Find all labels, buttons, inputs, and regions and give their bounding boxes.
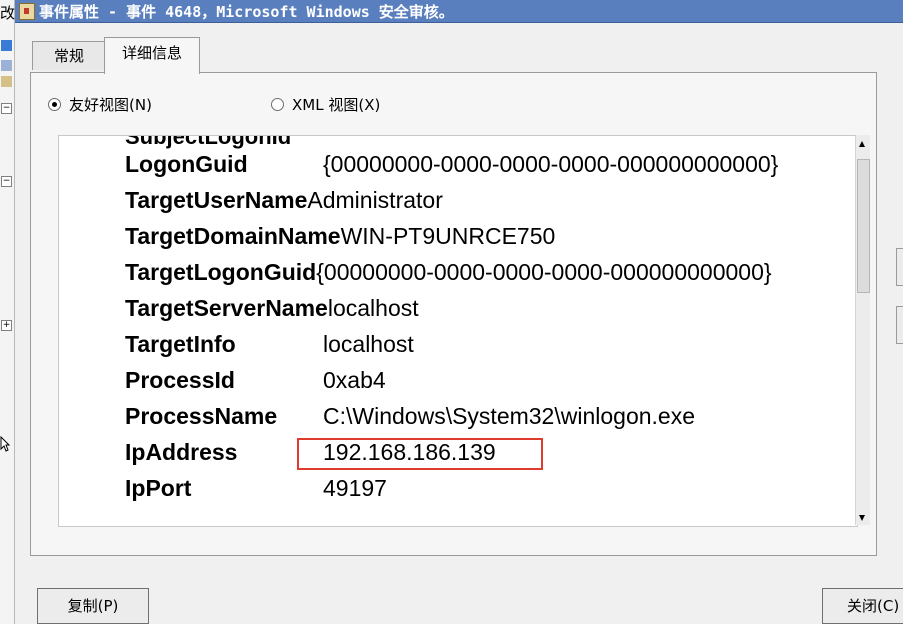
detail-key: IpPort — [125, 475, 192, 501]
radio-unchecked-icon — [271, 98, 284, 111]
friendly-view-label: 友好视图(N) — [69, 96, 152, 114]
tab-general[interactable]: 常规 — [32, 41, 106, 70]
toolbar-icon[interactable] — [1, 60, 12, 71]
detail-value: {00000000-0000-0000-0000-000000000000} — [323, 151, 779, 177]
detail-key: LogonGuid — [125, 151, 248, 177]
detail-value: C:\Windows\System32\winlogon.exe — [323, 403, 695, 429]
detail-value: Administrator — [307, 187, 443, 213]
log-icon[interactable] — [1, 76, 12, 87]
radio-checked-icon — [48, 98, 61, 111]
detail-key: ProcessId — [125, 367, 235, 393]
detail-row-ipport: IpPort 49197 — [125, 470, 387, 506]
close-button[interactable]: 关闭(C) — [822, 588, 903, 624]
event-properties-icon — [19, 3, 35, 20]
details-scrollbar[interactable] — [855, 135, 870, 525]
detail-value: localhost — [323, 331, 414, 357]
detail-row-targetinfo: TargetInfo localhost — [125, 326, 414, 362]
nav-arrow-icon[interactable] — [1, 40, 12, 51]
detail-row-processid: ProcessId 0xab4 — [125, 362, 386, 398]
tree-expander-1[interactable]: − — [1, 103, 12, 114]
detail-row-targetdomainname: TargetDomainNameWIN-PT9UNRCE750 — [125, 218, 555, 254]
parent-window-char: 改 — [0, 4, 16, 22]
xml-view-radio[interactable]: XML 视图(X) — [271, 94, 380, 114]
detail-row-logonguid: LogonGuid {00000000-0000-0000-0000-000000… — [125, 146, 778, 182]
tree-expander-2[interactable]: − — [1, 176, 12, 187]
detail-key: TargetInfo — [125, 331, 236, 357]
detail-row-targetlogonguid: TargetLogonGuid{00000000-0000-0000-0000-… — [125, 254, 772, 290]
scroll-up-icon[interactable] — [859, 141, 865, 147]
mouse-cursor-icon — [0, 436, 10, 452]
scroll-down-icon[interactable] — [859, 515, 865, 521]
dialog-title: 事件属性 - 事件 4648，Microsoft Windows 安全审核。 — [39, 3, 454, 21]
detail-row-processname: ProcessName C:\Windows\System32\winlogon.… — [125, 398, 695, 434]
friendly-view-radio[interactable]: 友好视图(N) — [48, 94, 152, 114]
detail-row-targetservername: TargetServerNamelocalhost — [125, 290, 419, 326]
xml-view-label: XML 视图(X) — [292, 96, 381, 114]
detail-value: localhost — [327, 295, 419, 321]
dialog-title-bar[interactable]: 事件属性 - 事件 4648，Microsoft Windows 安全审核。 — [15, 0, 903, 23]
detail-key: TargetUserName — [125, 187, 308, 213]
side-down-button[interactable] — [896, 306, 903, 344]
scroll-thumb[interactable] — [857, 159, 870, 293]
tab-details[interactable]: 详细信息 — [104, 37, 200, 74]
detail-key: IpAddress — [125, 439, 238, 465]
side-up-button[interactable] — [896, 248, 903, 286]
detail-key: ProcessName — [125, 403, 278, 429]
detail-key: TargetLogonGuid — [125, 259, 317, 285]
ip-address-highlight — [297, 438, 543, 470]
detail-key: TargetServerName — [125, 295, 328, 321]
detail-value: 0xab4 — [323, 367, 386, 393]
detail-row-targetusername: TargetUserNameAdministrator — [125, 182, 443, 218]
tree-expander-3[interactable]: + — [1, 320, 12, 331]
detail-value: 49197 — [323, 475, 387, 501]
detail-value: {00000000-0000-0000-0000-000000000000} — [316, 259, 772, 285]
detail-value: WIN-PT9UNRCE750 — [340, 223, 556, 249]
parent-window-strip: 改 − − + — [0, 0, 15, 624]
copy-button[interactable]: 复制(P) — [37, 588, 149, 624]
detail-key: TargetDomainName — [125, 223, 341, 249]
